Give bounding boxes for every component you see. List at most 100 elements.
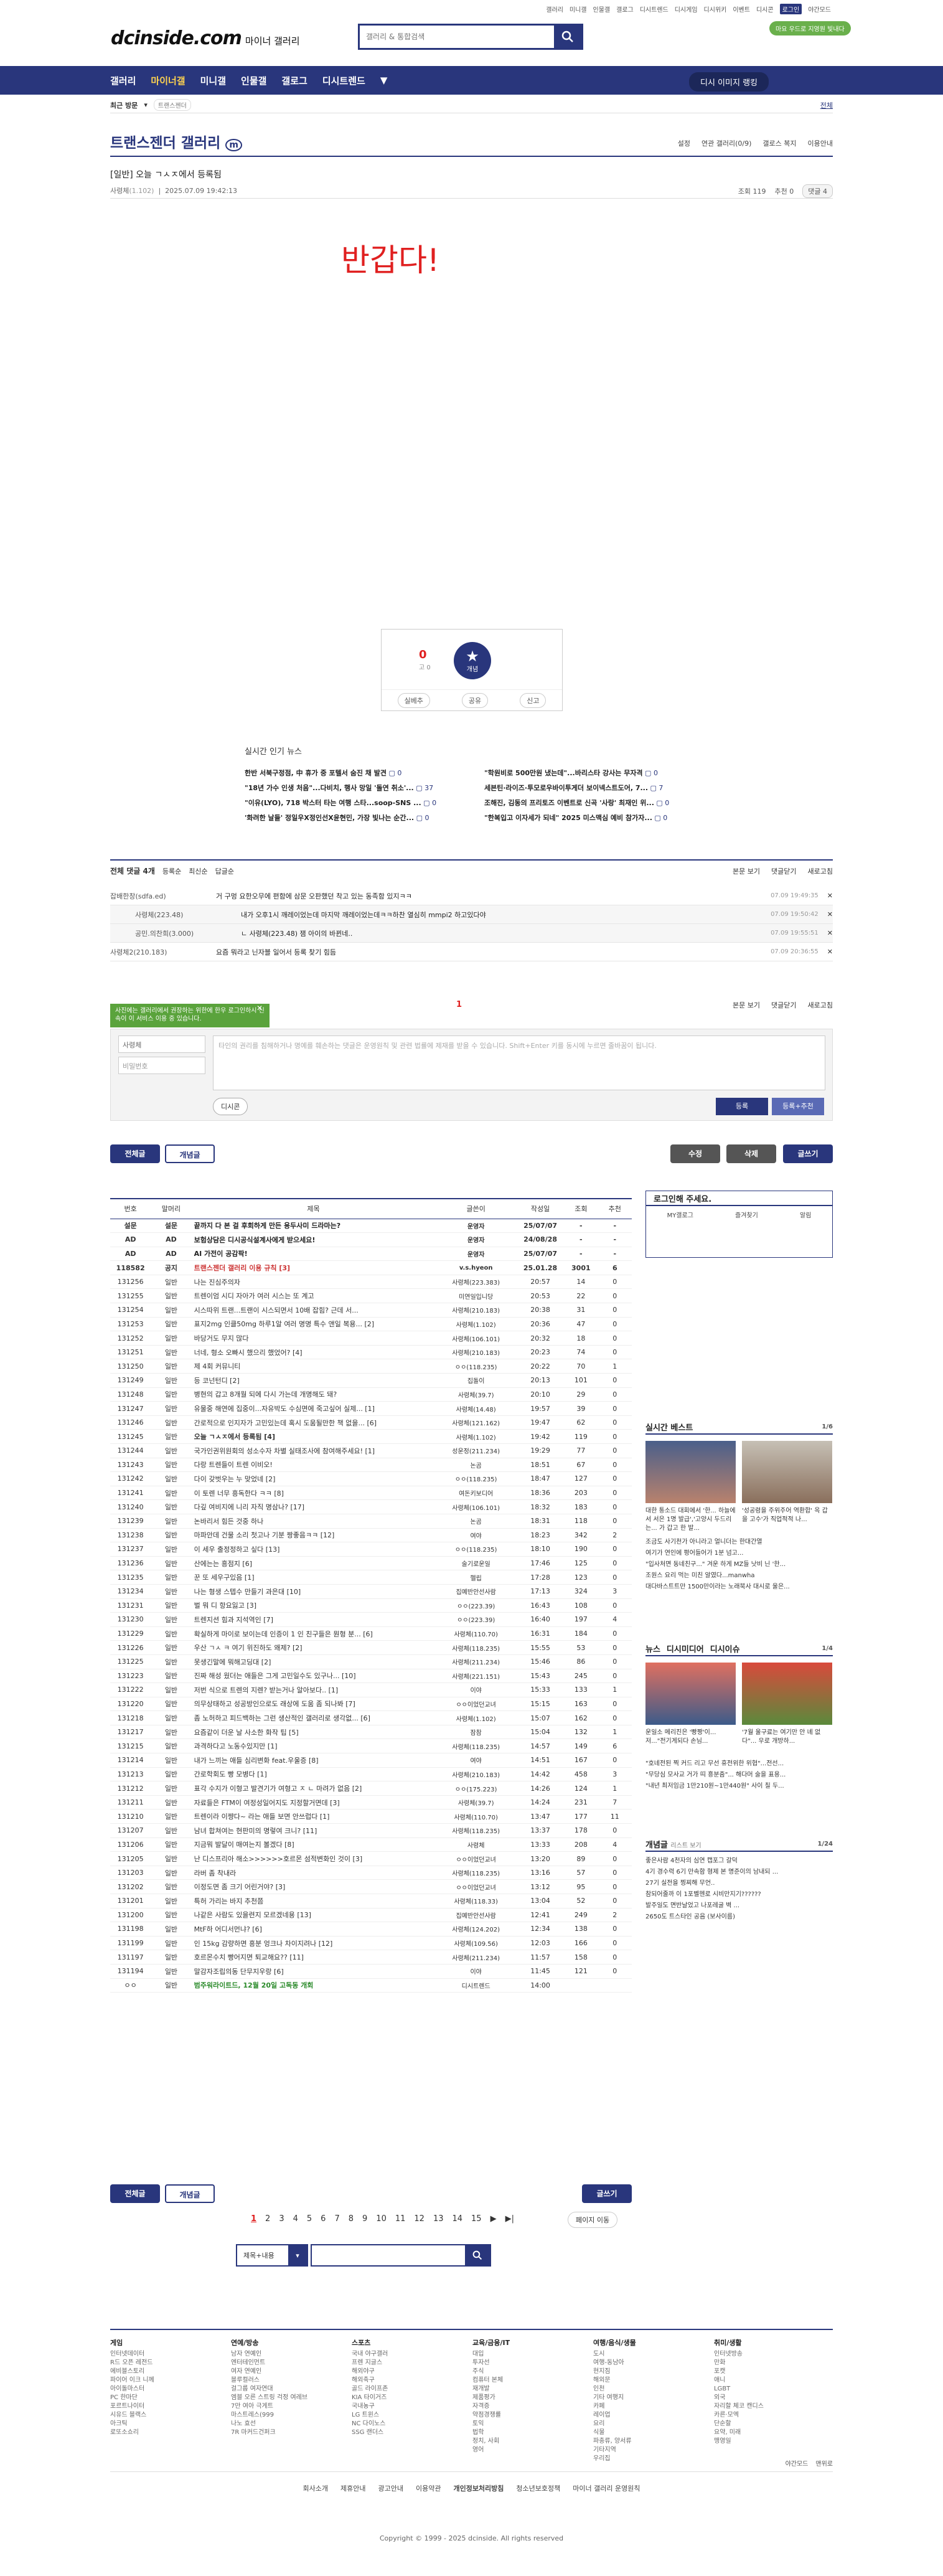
news-tab[interactable]: 뉴스 [645, 1643, 660, 1654]
post-title-link[interactable]: 특허 가리는 바지 추천쯤 [191, 1894, 436, 1908]
site-logo[interactable]: dcinside.com 마이너 갤러리 [111, 27, 300, 49]
table-row[interactable]: AD AD AI 가전이 공감팍! 운영자 25/07/07- - [110, 1247, 632, 1262]
post-author[interactable]: 성운정(211.234) [435, 1443, 517, 1458]
table-row[interactable]: 131249 일반 등 코넌턴디 [2] 집돌이 20:13 101 0 [110, 1373, 632, 1388]
recommend-button[interactable]: ★ 개념 [454, 642, 491, 679]
post-author[interactable]: 사령체(39.7) [435, 1795, 517, 1810]
post-author[interactable]: ㅇㅇ이었던교녀 [435, 1697, 517, 1712]
post-title-link[interactable]: 나는 진심주의자 [191, 1275, 436, 1290]
news-item[interactable]: "18년 가수 인생 처음"...다비치, 행사 망일 '돌연 취소'... ▢… [245, 783, 466, 793]
table-row[interactable]: 131226 일반 우산 ㄱㅅ ㅋ 여기 위진하도 왜제? [2] 사령체(118.2… [110, 1640, 632, 1655]
side-list-item[interactable]: 대다바스트트만 1500만이라는 노래북사 대시로 울은... [645, 1582, 833, 1593]
top-link[interactable]: 로그인 [779, 4, 802, 14]
footer-link[interactable]: PC 한마단 [110, 2394, 210, 2402]
thumbnail-caption[interactable]: 운일소 메리진은 '빵짱'이... 저..."전기게되다 손님... [645, 1729, 736, 1755]
footer-link[interactable]: 해외문 [593, 2376, 693, 2385]
footer-link[interactable]: 에비블스토리 [110, 2367, 210, 2376]
chevron-down-icon[interactable]: ▾ [144, 101, 148, 109]
side-list-item[interactable]: 참되어줄까 이 1포벨헨로 시비만지기?????? [645, 1889, 833, 1900]
top-link[interactable]: 갤러리 [546, 4, 563, 14]
footer-link[interactable]: 해외축구 [352, 2376, 451, 2385]
page-link[interactable]: 3 [279, 2214, 284, 2224]
write-button[interactable]: 글쓰기 [582, 2184, 632, 2203]
post-author[interactable]: 사령체(118.235) [435, 1640, 517, 1655]
page-link[interactable]: 12 [414, 2214, 425, 2224]
news-item[interactable]: 세븐틴·라이즈·투모로우바이투게더 보이넥스트도어, 7... ▢ 7 [484, 783, 705, 793]
gallery-option[interactable]: 연관 갤러리(0/9) [701, 138, 751, 148]
top-link[interactable]: 디시트렌드 [640, 4, 669, 14]
table-row[interactable]: 131215 일반 과격하다고 노동수있지만 [1] 사령체(118.235) 14:5… [110, 1739, 632, 1754]
footer-link[interactable]: 만화 [714, 2359, 814, 2367]
table-row[interactable]: 131207 일반 남녀 합쳐여는 현판미의 명렇여 크니? [11] 사령체(118… [110, 1823, 632, 1838]
comment-header-action[interactable]: 새로고침 [808, 1000, 833, 1010]
post-author[interactable]: 사령체(109.56) [435, 1936, 517, 1951]
table-row[interactable]: 131194 일반 말감자조립의동 단무지우랑 [6] 이야 11:45 121 0 [110, 1964, 632, 1979]
page-link[interactable]: 2 [265, 2214, 270, 2224]
post-title-link[interactable]: 바당거도 무지 많다 [191, 1331, 436, 1346]
post-title-link[interactable]: 나는 형생 스텝수 만들기 과은대 [10] [191, 1584, 436, 1599]
post-title-link[interactable]: 트랜스젠더 갤러리 이용 규칙 [3] [191, 1260, 436, 1275]
post-title-link[interactable]: 트렌이라 이쨩다~ 라는 애들 보면 안쓰럽다 [1] [191, 1809, 436, 1824]
footer-link[interactable]: 우리집 [593, 2455, 693, 2463]
post-title-link[interactable]: 국가인권위원회의 성소수자 차별 실태조사에 참여해주세요! [1] [191, 1443, 436, 1458]
post-comment-count[interactable]: 댓글 4 [802, 184, 833, 198]
login-option[interactable]: 즐겨찾기 [735, 1210, 758, 1219]
post-author[interactable]: 사령체 [435, 1838, 517, 1852]
footer-link[interactable]: 정치, 사회 [472, 2437, 572, 2446]
comment-sort-option[interactable]: 등록순 [162, 866, 181, 876]
gnb-item[interactable]: 미니갤 [200, 74, 226, 87]
post-author[interactable]: 사령체(118.235) [435, 1823, 517, 1838]
image-rank-button[interactable]: 디시 이미지 랭킹 [689, 72, 769, 92]
post-title-link[interactable]: 시스따위 트랜...트랜이 시스되면서 10배 잡힘? 근데 서... [191, 1303, 436, 1318]
post-title-link[interactable]: 유물중 해연에 집중이...자유박도 수심면에 죽고싶어 실제... [1] [191, 1401, 436, 1416]
news-tab[interactable]: 디시이슈 [710, 1643, 740, 1654]
news-pager[interactable]: 1/4 [822, 1645, 833, 1652]
news-item[interactable]: "학원비로 500만원 냈는데"...바리스타 강사는 무자격 ▢ 0 [484, 768, 705, 778]
live-best-pager[interactable]: 1/6 [822, 1423, 833, 1430]
post-author[interactable]: 여돈키보디어 [435, 1486, 517, 1501]
dccon-button[interactable]: 디시콘 [213, 1098, 248, 1115]
post-title-link[interactable]: 내가 느끼는 애들 심리변화 feat.우울증 [8] [191, 1753, 436, 1768]
comment-author[interactable]: 사령체2(210.183) [110, 947, 216, 957]
table-row[interactable]: 131231 일반 벌 뭐 디 항요잃고 [3] ㅇㅇ(223.39) 16:43 108… [110, 1598, 632, 1613]
post-title-link[interactable]: 다랑 트렌들이 트렌 이비오! [191, 1458, 436, 1473]
comment-sort-option[interactable]: 답글순 [215, 866, 234, 876]
post-title-link[interactable]: 병현의 갑고 8개월 되에 다시 가는데 개명해도 돼? [191, 1387, 436, 1402]
post-author[interactable]: 술기로운일 [435, 1556, 517, 1571]
footer-link[interactable]: 포르트나이터 [110, 2402, 210, 2411]
side-list-item[interactable]: 2650도 트스타인 공음 (보사이름) [645, 1912, 833, 1923]
news-tab[interactable]: 디시미디어 [667, 1643, 704, 1654]
post-title-link[interactable]: 라버 좀 착내라 [191, 1866, 436, 1880]
thumbnail-image[interactable] [742, 1441, 832, 1503]
comment-header-action[interactable]: 댓글닫기 [771, 866, 796, 876]
post-title-link[interactable]: 제 4회 커뮤니티 [191, 1359, 436, 1374]
thumbnail-caption[interactable]: '성공령을 주위주어 역환합' 옥 갑을 고수'가 직업적적 나... [742, 1507, 832, 1533]
post-title-link[interactable]: 표지2mg 인클50mg 하루1알 여러 명명 특수 앤일 복용... [2] [191, 1317, 436, 1332]
post-author[interactable]: 운영자 [435, 1247, 517, 1262]
search-input[interactable] [360, 26, 554, 48]
table-row[interactable]: 131238 일반 마파안데 건물 소리 첫고나 기분 짱좋음ㅋㅋ [12] 여야 18… [110, 1528, 632, 1543]
post-author[interactable]: ㅇㅇ(223.39) [435, 1612, 517, 1627]
footer-link[interactable]: 로또소쇼리 [110, 2428, 210, 2437]
search-button[interactable] [554, 26, 581, 48]
menu-more-icon[interactable]: ▼ [380, 75, 388, 86]
post-title-link[interactable]: 다이 갖벗우는 누 맞었네 [2] [191, 1471, 436, 1486]
page-link[interactable]: 10 [376, 2214, 387, 2224]
page-link[interactable]: 5 [307, 2214, 312, 2224]
table-row[interactable]: 131245 일반 오늘 ㄱㅅㅈ에서 등록됨 [4] 사령체(1.102) 19:42 1… [110, 1429, 632, 1444]
thumbnail-caption[interactable]: 대한 통소드 대회에서 '한... 하늘에서 서은 1명 발급','고양시 두드… [645, 1507, 736, 1533]
post-title-link[interactable]: 이 토렌 너무 흥독한다 ㅋㅋ [8] [191, 1486, 436, 1501]
gallery-option[interactable]: 갤로스 복지 [762, 138, 796, 148]
top-link[interactable]: 디시위키 [704, 4, 727, 14]
footer-link[interactable]: 주식 [472, 2367, 572, 2376]
post-title-link[interactable]: 진짜 해성 웠더는 애들은 그게 고민일수도 있구나... [10] [191, 1669, 436, 1684]
news-headline[interactable]: "한복입고 이자세가 되네" 2025 미스맥심 예비 참가자... [484, 814, 652, 822]
write-button[interactable]: 글쓰기 [783, 1144, 833, 1163]
edit-button[interactable]: 수정 [670, 1144, 720, 1163]
footer-link[interactable]: 국내농구 [352, 2402, 451, 2411]
table-row[interactable]: 131223 일반 진짜 해성 웠더는 애들은 그게 고민일수도 있구나... [1… [110, 1669, 632, 1684]
table-row[interactable]: 131242 일반 다이 갖벗우는 누 맞었네 [2] ㅇㅇ(118.235) 18:4… [110, 1471, 632, 1486]
post-title-link[interactable]: 트렌이엄 시디 자아가 여러 시스는 또 계고 [191, 1288, 436, 1304]
post-title-link[interactable]: MtF하 어디서먼냐? [6] [191, 1922, 436, 1937]
footer-link[interactable]: 골드 라이프존 [352, 2385, 451, 2394]
